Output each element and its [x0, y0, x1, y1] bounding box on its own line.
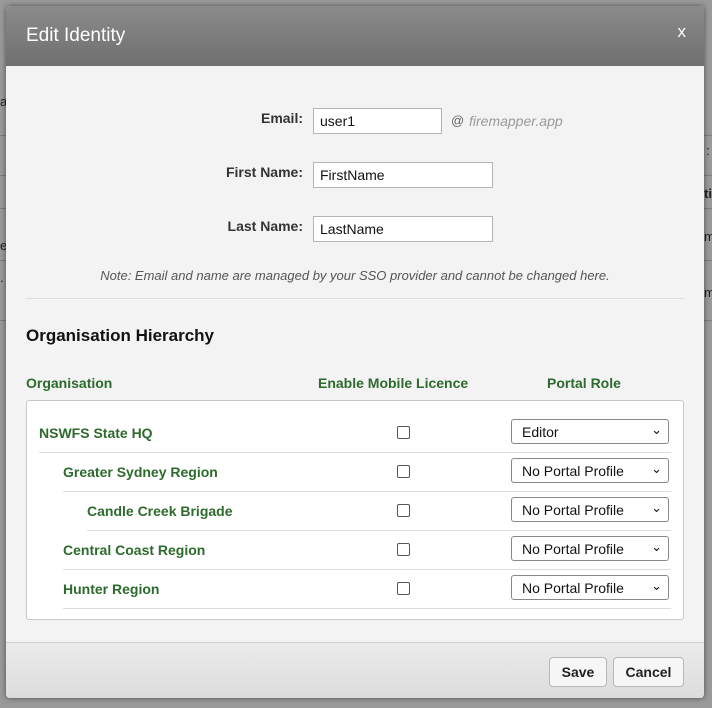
- organisation-name: Hunter Region: [63, 581, 160, 597]
- section-divider: [26, 298, 684, 299]
- background-text: ti: [704, 186, 712, 201]
- portal-role-value: No Portal Profile: [522, 541, 624, 557]
- mobile-licence-checkbox[interactable]: [397, 504, 410, 517]
- portal-role-select[interactable]: No Portal Profile ⌄: [511, 575, 669, 600]
- organisation-list: NSWFS State HQ Editor ⌄ Greater Sydney R…: [26, 400, 684, 620]
- portal-role-value: No Portal Profile: [522, 463, 624, 479]
- portal-role-select[interactable]: Editor ⌄: [511, 419, 669, 444]
- column-header-mobile-licence: Enable Mobile Licence: [318, 375, 469, 391]
- close-icon[interactable]: x: [678, 22, 687, 42]
- portal-role-select[interactable]: No Portal Profile ⌄: [511, 536, 669, 561]
- chevron-down-icon: ⌄: [651, 539, 662, 554]
- cancel-button[interactable]: Cancel: [613, 657, 684, 687]
- background-divider: [704, 320, 712, 321]
- last-name-label: Last Name:: [227, 218, 303, 234]
- portal-role-value: No Portal Profile: [522, 580, 624, 596]
- chevron-down-icon: ⌄: [651, 578, 662, 593]
- background-divider: [704, 175, 712, 176]
- organisation-name: Candle Creek Brigade: [87, 503, 233, 519]
- save-button[interactable]: Save: [549, 657, 607, 687]
- column-header-organisation: Organisation: [26, 375, 113, 391]
- portal-role-select[interactable]: No Portal Profile ⌄: [511, 458, 669, 483]
- background-divider: [704, 208, 712, 209]
- chevron-down-icon: ⌄: [651, 500, 662, 515]
- edit-identity-dialog: Edit Identity x Email: @ firemapper.app …: [6, 6, 704, 698]
- organisation-row: Hunter Region No Portal Profile ⌄: [63, 569, 671, 609]
- chevron-down-icon: ⌄: [651, 461, 662, 476]
- portal-role-select[interactable]: No Portal Profile ⌄: [511, 497, 669, 522]
- dialog-titlebar: Edit Identity x: [6, 6, 704, 66]
- first-name-field[interactable]: [313, 162, 493, 188]
- background-divider: [704, 260, 712, 261]
- portal-role-value: No Portal Profile: [522, 502, 624, 518]
- dialog-title: Edit Identity: [26, 25, 126, 46]
- background-divider: [704, 135, 712, 136]
- background-text: m: [704, 229, 712, 244]
- sso-note: Note: Email and name are managed by your…: [100, 268, 610, 283]
- background-text: m: [704, 285, 712, 300]
- mobile-licence-checkbox[interactable]: [397, 543, 410, 556]
- last-name-field[interactable]: [313, 216, 493, 242]
- email-label: Email:: [260, 110, 303, 126]
- at-sign: @: [451, 113, 465, 128]
- mobile-licence-checkbox[interactable]: [397, 426, 410, 439]
- column-header-portal-role: Portal Role: [547, 375, 621, 391]
- portal-role-value: Editor: [522, 424, 559, 440]
- organisation-row: Greater Sydney Region No Portal Profile …: [63, 452, 671, 492]
- organisation-row: Candle Creek Brigade No Portal Profile ⌄: [87, 491, 671, 531]
- organisation-row: NSWFS State HQ Editor ⌄: [39, 413, 671, 453]
- hierarchy-title: Organisation Hierarchy: [26, 326, 215, 345]
- background-text: :: [706, 143, 710, 158]
- background-text: .: [0, 270, 4, 285]
- organisation-name: Greater Sydney Region: [63, 464, 218, 480]
- first-name-label: First Name:: [225, 164, 303, 180]
- organisation-name: NSWFS State HQ: [39, 425, 153, 441]
- mobile-licence-checkbox[interactable]: [397, 582, 410, 595]
- email-domain: firemapper.app: [469, 113, 563, 129]
- organisation-row: Central Coast Region No Portal Profile ⌄: [63, 530, 671, 570]
- mobile-licence-checkbox[interactable]: [397, 465, 410, 478]
- dialog-footer: Save Cancel: [6, 642, 704, 698]
- email-field[interactable]: [313, 108, 442, 134]
- organisation-name: Central Coast Region: [63, 542, 206, 558]
- chevron-down-icon: ⌄: [651, 422, 662, 437]
